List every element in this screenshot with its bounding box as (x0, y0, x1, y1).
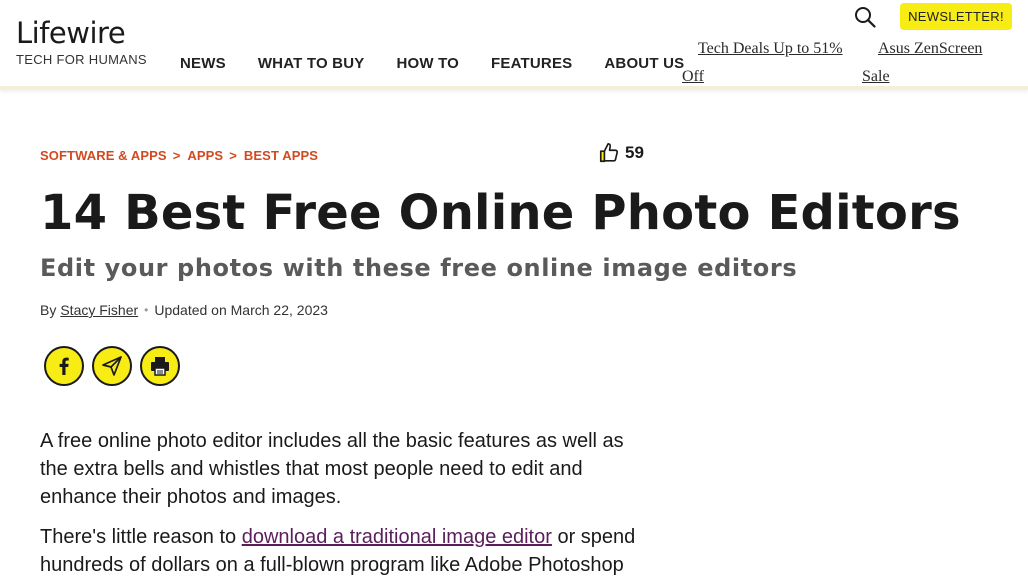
updated-date: Updated on March 22, 2023 (154, 302, 328, 318)
byline-dot: • (144, 303, 149, 317)
share-buttons (44, 346, 188, 386)
promo-link-asus[interactable]: Asus ZenScreen (878, 35, 982, 63)
printer-icon (151, 357, 169, 376)
breadcrumb-separator: > (172, 148, 181, 163)
thumbs-up-icon (599, 143, 619, 163)
nav-news[interactable]: NEWS (180, 55, 226, 72)
nav-about-us[interactable]: ABOUT US (604, 55, 684, 72)
search-icon[interactable] (854, 6, 876, 28)
paper-plane-icon (102, 356, 122, 376)
promo-link-tech-deals[interactable]: Tech Deals Up to 51% (698, 35, 843, 63)
newsletter-button[interactable]: NEWSLETTER! (900, 3, 1012, 30)
share-facebook-button[interactable] (44, 346, 84, 386)
main-nav: NEWS WHAT TO BUY HOW TO FEATURES ABOUT U… (180, 55, 716, 72)
article-paragraph-2: There's little reason to download a trad… (40, 523, 650, 578)
promo-link-asus-cont[interactable]: Sale (862, 63, 890, 91)
logo-wordmark: Lifewire (16, 16, 126, 50)
breadcrumb: SOFTWARE & APPS > APPS > BEST APPS (40, 148, 318, 163)
byline-by-label: By (40, 302, 57, 318)
breadcrumb-apps[interactable]: APPS (187, 148, 223, 163)
nav-how-to[interactable]: HOW TO (396, 55, 459, 72)
paragraph-2-text-start: There's little reason to (40, 526, 242, 548)
facebook-icon (59, 357, 69, 375)
site-logo[interactable]: Lifewire TECH FOR HUMANS (16, 16, 147, 67)
breadcrumb-software-apps[interactable]: SOFTWARE & APPS (40, 148, 167, 163)
like-button[interactable]: 59 (598, 142, 644, 164)
nav-what-to-buy[interactable]: WHAT TO BUY (258, 55, 365, 72)
download-image-editor-link[interactable]: download a traditional image editor (242, 526, 552, 548)
nav-features[interactable]: FEATURES (491, 55, 572, 72)
author-link[interactable]: Stacy Fisher (60, 302, 138, 318)
breadcrumb-separator: > (229, 148, 237, 163)
article-paragraph-1: A free online photo editor includes all … (40, 430, 624, 508)
like-count: 59 (625, 143, 644, 162)
article-subtitle: Edit your photos with these free online … (40, 254, 798, 282)
logo-tagline: TECH FOR HUMANS (16, 52, 147, 67)
site-header: Lifewire TECH FOR HUMANS NEWS WHAT TO BU… (0, 0, 1028, 90)
share-email-button[interactable] (92, 346, 132, 386)
promo-link-tech-deals-cont[interactable]: Off (682, 63, 704, 91)
article-title: 14 Best Free Online Photo Editors (40, 185, 961, 241)
share-print-button[interactable] (140, 346, 180, 386)
byline: By Stacy Fisher • Updated on March 22, 2… (40, 302, 328, 318)
breadcrumb-best-apps[interactable]: BEST APPS (244, 148, 318, 163)
